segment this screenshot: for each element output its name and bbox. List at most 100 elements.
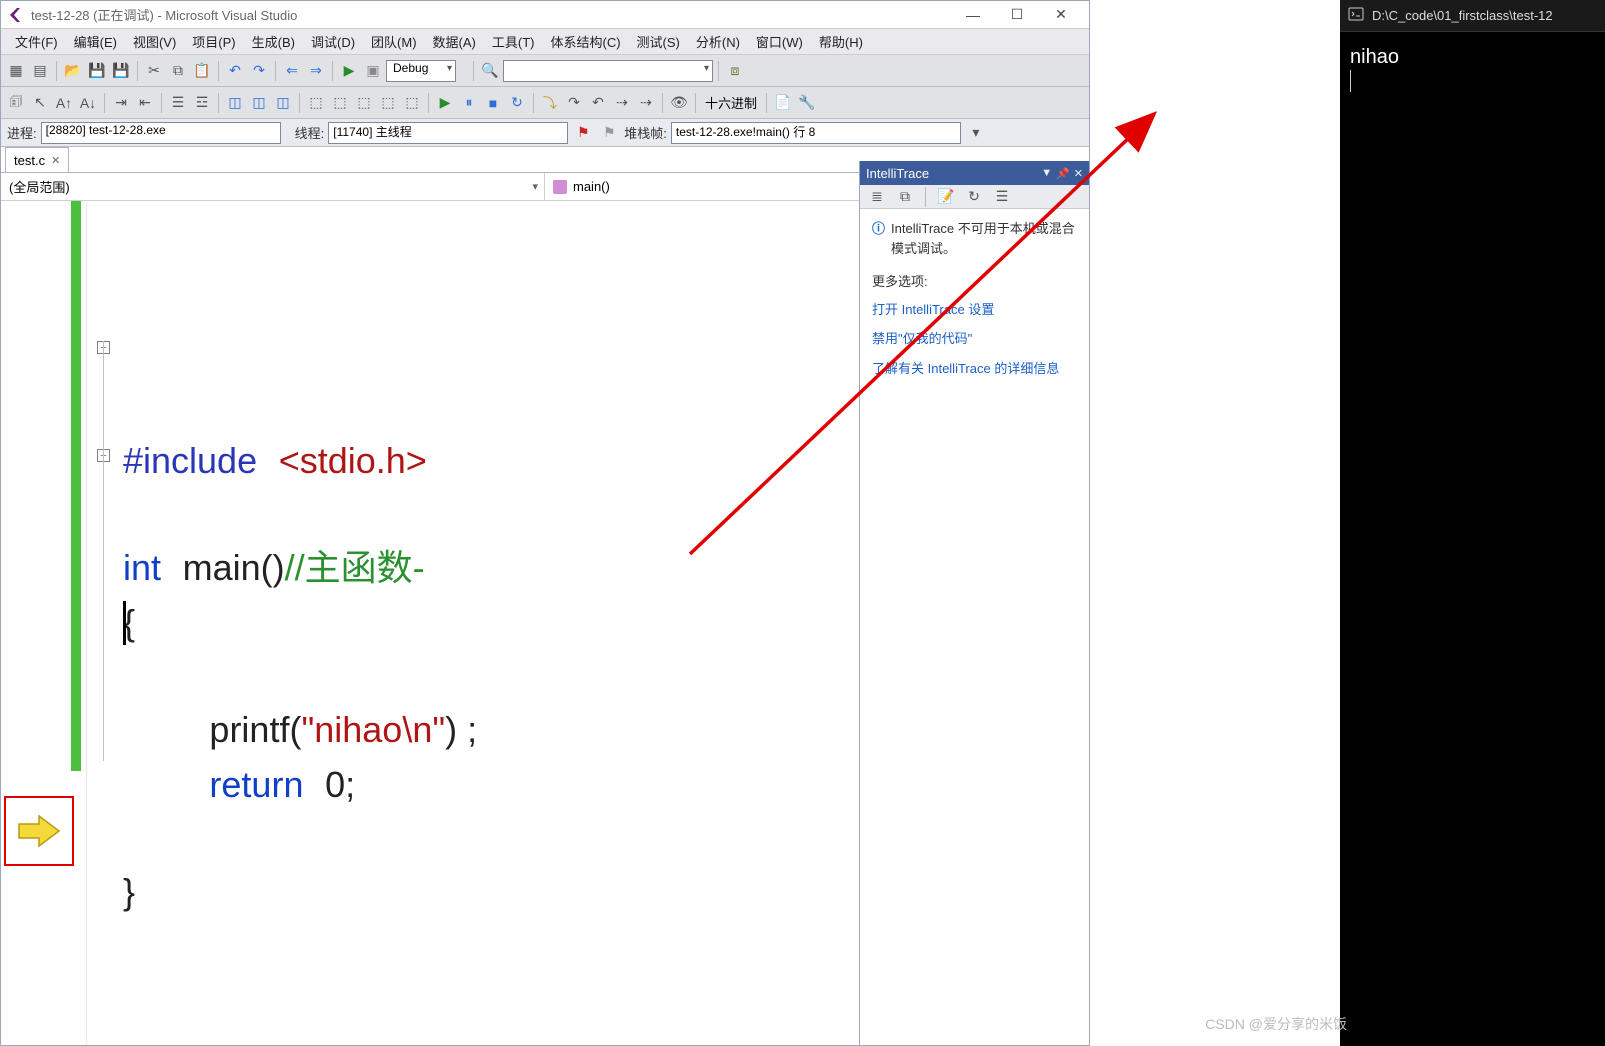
step-out-icon[interactable]: ↶	[587, 92, 609, 114]
menu-file[interactable]: 文件(F)	[7, 29, 66, 54]
bp2-icon[interactable]: ⬚	[329, 92, 351, 114]
intellitrace-toolbar: ≣ ⧉ 📝 ↻ ☰	[860, 185, 1089, 209]
it-filter-icon[interactable]: ⧉	[894, 186, 916, 208]
menu-test[interactable]: 测试(S)	[629, 29, 688, 54]
panel-close-icon[interactable]: ✕	[1074, 167, 1083, 180]
code-main: main()	[183, 547, 285, 588]
cut-icon[interactable]: ✂	[143, 60, 165, 82]
copy-icon[interactable]: ⧉	[167, 60, 189, 82]
console-titlebar[interactable]: D:\C_code\01_firstclass\test-12	[1340, 0, 1605, 32]
menu-data[interactable]: 数据(A)	[425, 29, 484, 54]
open-icon[interactable]: 📂	[62, 60, 84, 82]
menu-debug[interactable]: 调试(D)	[303, 29, 363, 54]
win2-icon[interactable]: ◫	[248, 92, 270, 114]
link-disable-jmc[interactable]: 禁用"仅我的代码"	[872, 329, 1077, 349]
console-path: D:\C_code\01_firstclass\test-12	[1372, 8, 1553, 23]
step2-icon[interactable]: ⇢	[611, 92, 633, 114]
stack-drop-icon[interactable]: ▾	[965, 122, 987, 144]
intellitrace-titlebar[interactable]: IntelliTrace ▼ 📌 ✕	[860, 161, 1089, 185]
tools-icon[interactable]: 🔧	[796, 92, 818, 114]
menu-team[interactable]: 团队(M)	[363, 29, 425, 54]
step-into-icon[interactable]: ⤵	[539, 92, 561, 114]
menu-analyze[interactable]: 分析(N)	[688, 29, 748, 54]
menu-build[interactable]: 生成(B)	[244, 29, 303, 54]
indent-icon[interactable]: ⇥	[110, 92, 132, 114]
new-project-icon[interactable]: ▦	[5, 60, 27, 82]
nav-fwd-icon[interactable]: ⇒	[305, 60, 327, 82]
close-button[interactable]: ✕	[1039, 3, 1083, 27]
output-icon[interactable]: 📄	[772, 92, 794, 114]
config-combo[interactable]: Debug	[386, 60, 456, 82]
menu-arch[interactable]: 体系结构(C)	[542, 29, 628, 54]
break-all-icon[interactable]: ▣	[362, 60, 384, 82]
console-output: nihao	[1340, 32, 1605, 106]
link-learn-more[interactable]: 了解有关 IntelliTrace 的详细信息	[872, 359, 1077, 379]
it-note-icon[interactable]: 📝	[935, 186, 957, 208]
nav-back-icon[interactable]: ⇐	[281, 60, 303, 82]
uncomment-icon[interactable]: ☲	[191, 92, 213, 114]
pause-icon[interactable]: ⏸	[458, 92, 480, 114]
minimize-button[interactable]: —	[951, 3, 995, 27]
menu-view[interactable]: 视图(V)	[125, 29, 184, 54]
tab-label: test.c	[14, 153, 45, 168]
panel-dropdown-icon[interactable]: ▼	[1041, 167, 1052, 179]
bp1-icon[interactable]: ⬚	[305, 92, 327, 114]
menu-project[interactable]: 项目(P)	[184, 29, 243, 54]
flag-grey-icon[interactable]: ⚑	[598, 122, 620, 144]
win1-icon[interactable]: ◫	[224, 92, 246, 114]
add-item-icon[interactable]: ▤	[29, 60, 51, 82]
save-all-icon[interactable]: 💾	[110, 60, 132, 82]
bp4-icon[interactable]: ⬚	[377, 92, 399, 114]
redo-icon[interactable]: ↷	[248, 60, 270, 82]
link-open-settings[interactable]: 打开 IntelliTrace 设置	[872, 300, 1077, 320]
console-icon	[1348, 6, 1364, 25]
process-combo[interactable]: [28820] test-12-28.exe	[41, 122, 281, 144]
select-icon[interactable]: ↖	[29, 92, 51, 114]
code-header: <stdio.h>	[279, 440, 427, 481]
find-combo[interactable]	[503, 60, 713, 82]
it-refresh-icon[interactable]: ↻	[963, 186, 985, 208]
maximize-button[interactable]: ☐	[995, 3, 1039, 27]
tab-close-icon[interactable]: ✕	[51, 154, 60, 167]
it-list-icon[interactable]: ≣	[866, 186, 888, 208]
step3-icon[interactable]: ⇢	[635, 92, 657, 114]
font-inc-icon[interactable]: A↑	[53, 92, 75, 114]
intellitrace-message: IntelliTrace 不可用于本机或混合模式调试。	[891, 219, 1077, 258]
more-options-label: 更多选项:	[872, 272, 1077, 292]
menu-edit[interactable]: 编辑(E)	[66, 29, 125, 54]
win3-icon[interactable]: ◫	[272, 92, 294, 114]
comment-icon[interactable]: ☰	[167, 92, 189, 114]
save-icon[interactable]: 💾	[86, 60, 108, 82]
step-over-icon[interactable]: ↷	[563, 92, 585, 114]
panel-pin-icon[interactable]: 📌	[1056, 167, 1070, 180]
it-stack-icon[interactable]: ☰	[991, 186, 1013, 208]
restart-icon[interactable]: ↻	[506, 92, 528, 114]
stack-combo[interactable]: test-12-28.exe!main() 行 8	[671, 122, 961, 144]
thread-combo[interactable]: [11740] 主线程	[328, 122, 568, 144]
watermark: CSDN @爱分享的米饭	[1205, 1014, 1347, 1034]
play-icon[interactable]: ▶	[434, 92, 456, 114]
font-dec-icon[interactable]: A↓	[77, 92, 99, 114]
gutter[interactable]: – –	[1, 201, 87, 1045]
intellitrace-panel: IntelliTrace ▼ 📌 ✕ ≣ ⧉ 📝 ↻ ☰ ⓘ IntelliTr…	[859, 161, 1089, 1045]
vs-window: test-12-28 (正在调试) - Microsoft Visual Stu…	[0, 0, 1090, 1046]
menu-tools[interactable]: 工具(T)	[484, 29, 543, 54]
menu-window[interactable]: 窗口(W)	[748, 29, 811, 54]
paste-icon[interactable]: 📋	[191, 60, 213, 82]
solution-icon[interactable]: ⧈	[724, 60, 746, 82]
watch-icon[interactable]: 👁	[668, 92, 690, 114]
toggle-icon[interactable]: 🗊	[5, 92, 27, 114]
bp3-icon[interactable]: ⬚	[353, 92, 375, 114]
find-icon[interactable]: 🔍	[479, 60, 501, 82]
stop-icon[interactable]: ■	[482, 92, 504, 114]
flag-red-icon[interactable]: ⚑	[572, 122, 594, 144]
menubar: 文件(F) 编辑(E) 视图(V) 项目(P) 生成(B) 调试(D) 团队(M…	[1, 29, 1089, 55]
undo-icon[interactable]: ↶	[224, 60, 246, 82]
start-debug-icon[interactable]: ▶	[338, 60, 360, 82]
tab-test-c[interactable]: test.c ✕	[5, 147, 69, 172]
bp5-icon[interactable]: ⬚	[401, 92, 423, 114]
outdent-icon[interactable]: ⇤	[134, 92, 156, 114]
menu-help[interactable]: 帮助(H)	[811, 29, 871, 54]
scope-left-combo[interactable]: (全局范围)	[1, 173, 545, 200]
hex-label[interactable]: 十六进制	[701, 93, 761, 112]
